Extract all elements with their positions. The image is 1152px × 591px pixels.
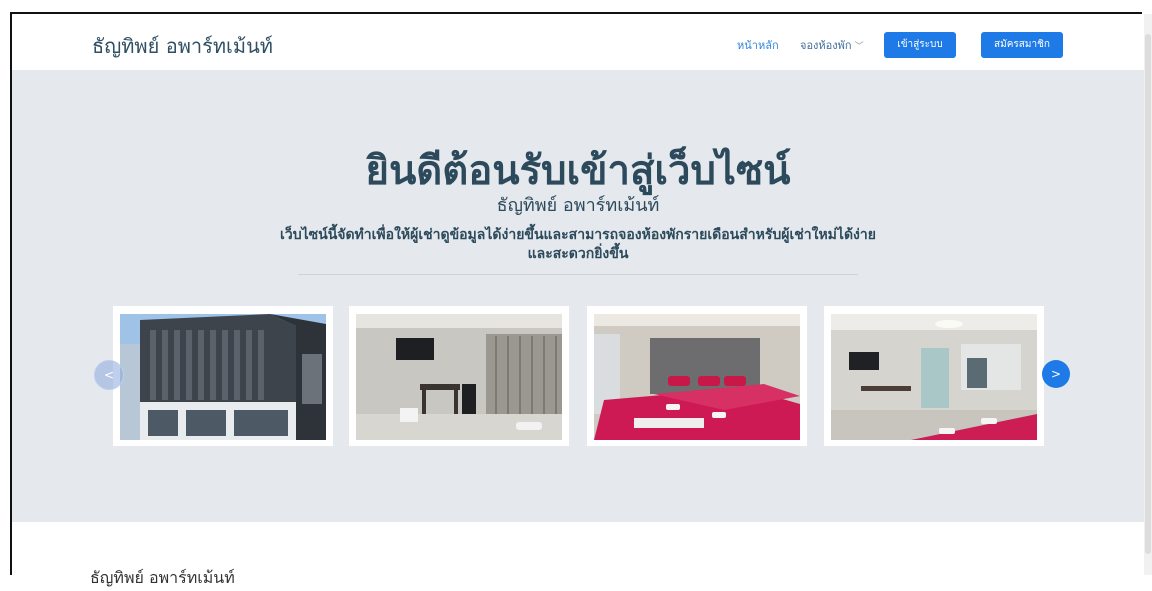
image-carousel[interactable] [107,306,1057,446]
carousel-slide[interactable] [349,306,569,446]
nav-booking-dropdown[interactable]: จองห้องพัก ﹀ [800,36,864,54]
window-top-area [0,0,1152,12]
hero-subtitle: ธัญทิพย์ อพาร์ทเม้นท์ [496,195,660,216]
room-desk-image [356,314,562,440]
scrollbar-thumb[interactable] [1145,34,1151,554]
building-exterior-image [120,314,326,440]
nav-booking-label: จองห้องพัก [800,39,852,52]
section-heading: ธัญทิพย์ อพาร์ทเม้นท์ [90,568,235,587]
hero-divider [298,274,858,275]
carousel-slide[interactable] [587,306,807,446]
carousel-slide[interactable] [824,306,1044,446]
window-border-top [10,12,1142,14]
hero-description: เว็บไซน์นี้จัดทำเพื่อให้ผู้เช่าดูข้อมูลไ… [280,227,876,262]
red-bedroom-image [594,314,800,440]
window-border-left [10,12,12,575]
navbar: ธัญทิพย์ อพาร์ทเม้นท์ หน้าหลัก จองห้องพั… [12,14,1144,71]
scrollbar[interactable] [1144,14,1152,575]
carousel-slide[interactable] [113,306,333,446]
room-overview-image [831,314,1037,440]
content-section: ธัญทิพย์ อพาร์ทเม้นท์ [12,522,1144,587]
register-button[interactable]: สมัครสมาชิก [981,32,1063,58]
login-button[interactable]: เข้าสู่ระบบ [884,32,956,58]
hero-section: ยินดีต้อนรับเข้าสู่เว็บไซน์ ธัญทิพย์ อพา… [12,70,1144,522]
chevron-down-icon: ﹀ [854,42,864,52]
carousel-prev-button[interactable]: < [94,360,124,390]
brand-logo[interactable]: ธัญทิพย์ อพาร์ทเม้นท์ [92,30,273,62]
carousel-next-button[interactable]: > [1042,360,1070,388]
nav-home-link[interactable]: หน้าหลัก [737,36,779,54]
